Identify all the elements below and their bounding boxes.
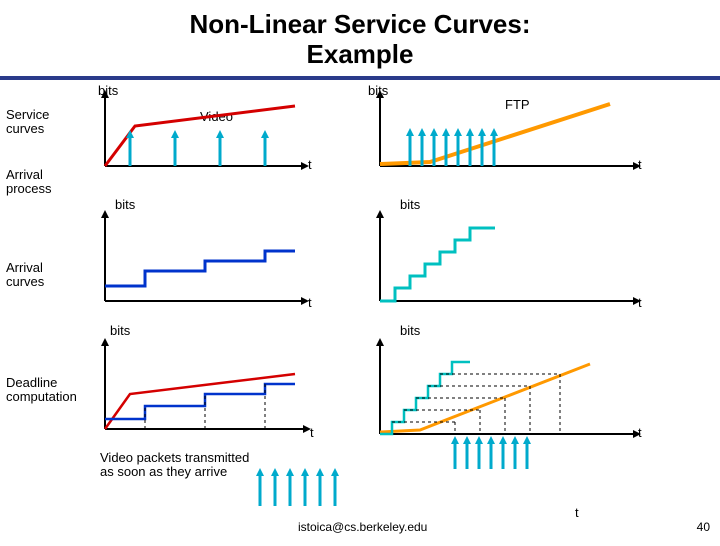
title-rule (0, 76, 720, 80)
title-line2: Example (307, 39, 414, 69)
label-deadline: Deadline computation (6, 376, 77, 405)
plot-deadline-video (85, 334, 320, 444)
plot-deadline-ftp (360, 334, 650, 504)
arrows-transmitted (250, 456, 390, 516)
title-line1: Non-Linear Service Curves: (189, 9, 530, 39)
slide-number: 40 (697, 520, 710, 534)
diagram-stage: Service curves Arrival process Arrival c… (0, 86, 720, 546)
footer-email: istoica@cs.berkeley.edu (298, 520, 427, 534)
label-service-curves: Service curves (6, 108, 49, 137)
plot-arrival-ftp (360, 206, 650, 316)
label-arrival-curves: Arrival curves (6, 261, 44, 290)
slide-title: Non-Linear Service Curves: Example (0, 0, 720, 74)
caption-video: Video packets transmitted as soon as the… (100, 451, 249, 480)
plot-service-ftp (360, 86, 650, 181)
label-arrival-process: Arrival process (6, 168, 52, 197)
xlabel-extra: t (575, 506, 579, 520)
plot-arrival-video (85, 206, 315, 316)
plot-service-video (85, 86, 315, 181)
